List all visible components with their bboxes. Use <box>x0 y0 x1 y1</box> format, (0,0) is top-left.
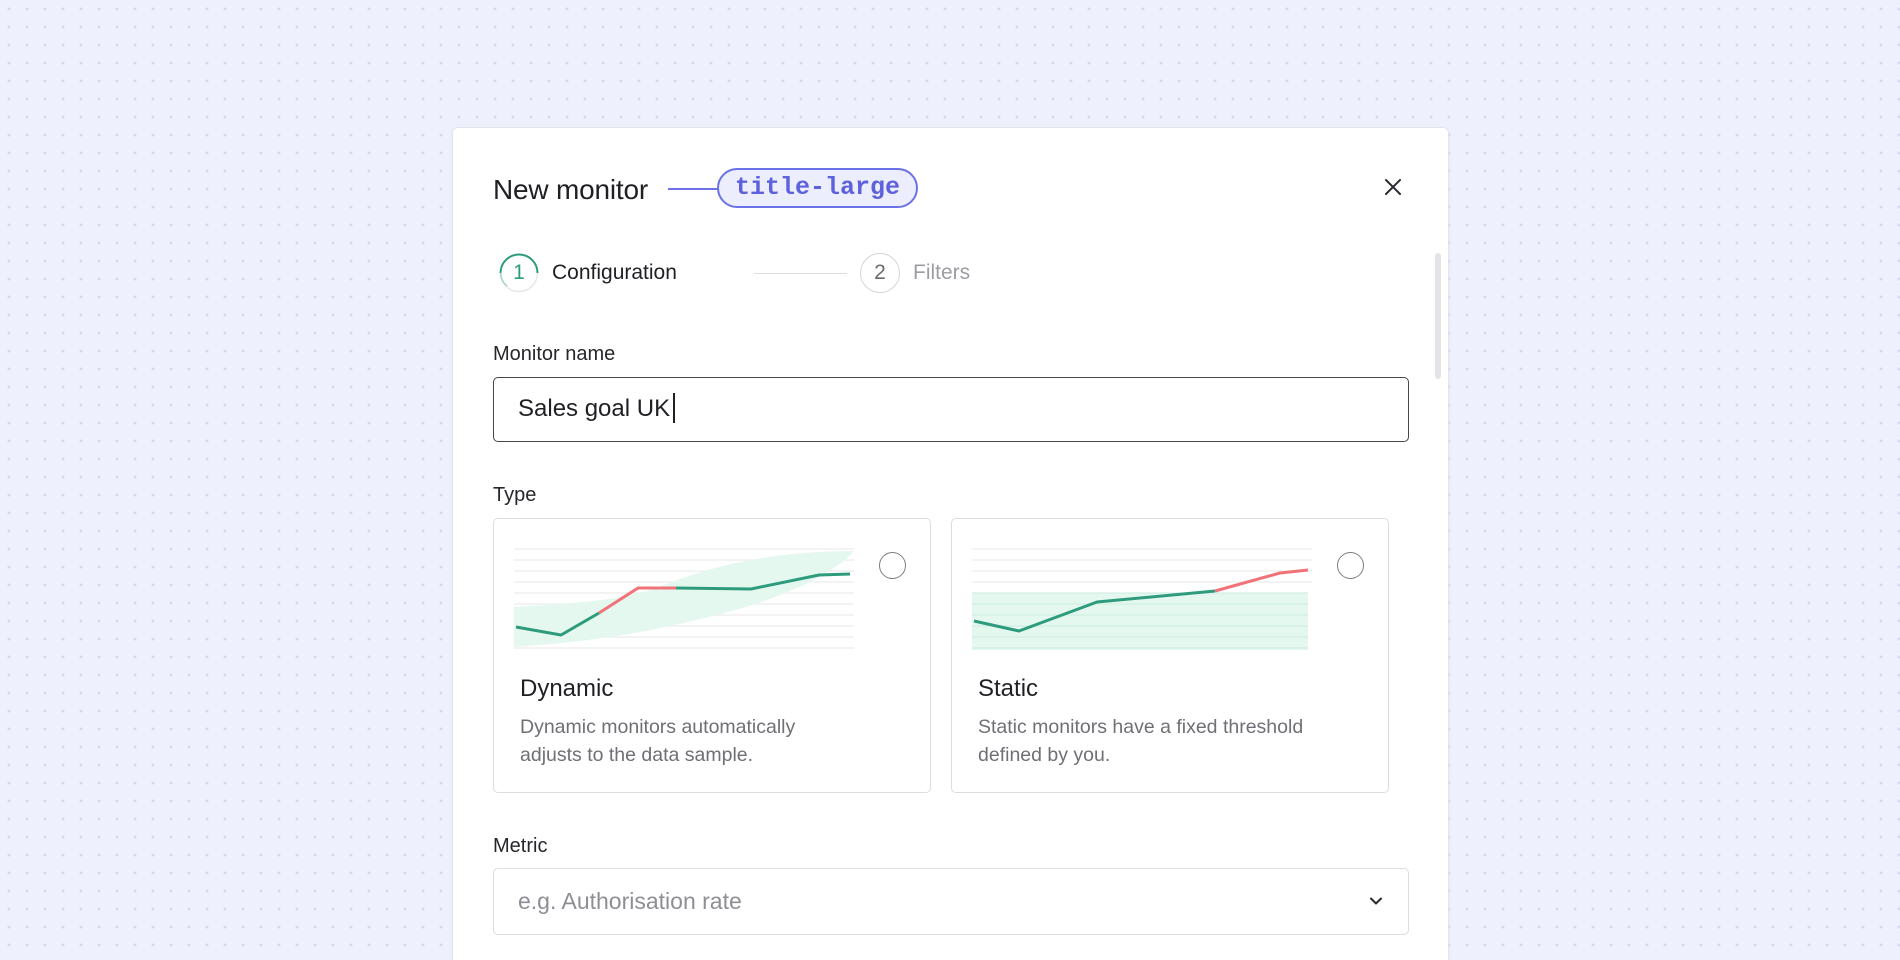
annotation-connector <box>668 188 718 190</box>
step-1-number: 1 <box>513 261 525 284</box>
step-1-label[interactable]: Configuration <box>552 253 677 293</box>
static-title: Static <box>978 675 1039 702</box>
close-icon <box>1385 179 1401 195</box>
metric-placeholder: e.g. Authorisation rate <box>518 888 742 914</box>
chevron-down-icon <box>1370 897 1382 905</box>
static-radio[interactable] <box>1337 552 1364 579</box>
type-option-dynamic[interactable]: Dynamic Dynamic monitors automatically a… <box>493 518 931 793</box>
step-connector <box>754 273 847 274</box>
dynamic-title: Dynamic <box>520 675 614 702</box>
scrollbar-thumb[interactable] <box>1435 253 1441 379</box>
dialog-title: New monitor <box>493 174 648 205</box>
type-option-static[interactable]: Static Static monitors have a fixed thre… <box>951 518 1389 793</box>
close-button[interactable] <box>1378 172 1408 202</box>
static-chart-illustration <box>972 548 1312 650</box>
text-caret <box>673 392 676 423</box>
dynamic-description: Dynamic monitors automatically adjusts t… <box>520 716 796 766</box>
monitor-name-value: Sales goal UK <box>518 395 671 422</box>
step-2-number[interactable]: 2 <box>860 253 900 293</box>
step-2-label[interactable]: Filters <box>913 253 970 293</box>
metric-label: Metric <box>493 835 548 857</box>
step-1-progress-ring: 1 <box>499 253 539 293</box>
static-description: Static monitors have a fixed threshold d… <box>978 716 1304 766</box>
monitor-name-input[interactable]: Sales goal UK <box>493 377 1409 442</box>
metric-select[interactable]: e.g. Authorisation rate <box>493 868 1409 935</box>
type-label: Type <box>493 484 537 506</box>
annotation-tag: title-large <box>717 168 919 208</box>
new-monitor-dialog: New monitor title-large 1 Configuration … <box>452 127 1449 960</box>
monitor-name-label: Monitor name <box>493 343 616 365</box>
dynamic-radio[interactable] <box>879 552 906 579</box>
dynamic-chart-illustration <box>514 548 854 649</box>
